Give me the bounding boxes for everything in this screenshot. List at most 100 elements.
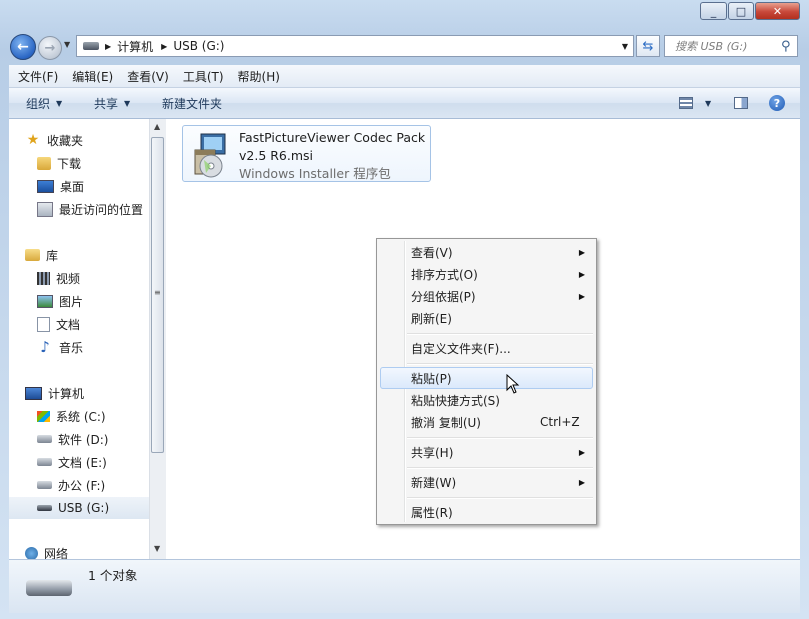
search-input[interactable] [673, 38, 781, 54]
chevron-down-icon: ▼ [124, 98, 131, 108]
hard-drive-icon [37, 481, 52, 489]
sidebar-item-documents[interactable]: 文档 [37, 313, 149, 335]
menu-item-customize[interactable]: 自定义文件夹(F)... [380, 337, 593, 359]
menu-item-label: 刷新(E) [411, 311, 452, 326]
menu-edit[interactable]: 编辑(E) [63, 68, 118, 85]
menu-file[interactable]: 文件(F) [9, 68, 63, 85]
usb-drive-icon [26, 580, 72, 596]
organize-label: 组织 [26, 96, 51, 111]
sidebar-favorites[interactable]: ★ 收藏夹 [25, 129, 149, 151]
menu-item-paste-shortcut[interactable]: 粘贴快捷方式(S) [380, 389, 593, 411]
scroll-down-icon[interactable]: ▼ [154, 544, 160, 553]
sidebar-item-drive-e[interactable]: 文档 (E:) [37, 451, 149, 473]
address-bar[interactable]: ▶ 计算机 ▶ USB (G:) ▼ [76, 35, 634, 57]
sidebar-item-label: 文档 (E:) [58, 455, 107, 470]
sidebar-item-label: 网络 [44, 546, 69, 560]
sidebar-item-recent-places[interactable]: 最近访问的位置 [37, 198, 149, 220]
menu-item-label: 共享(H) [411, 445, 454, 460]
library-icon [25, 249, 40, 261]
menu-item-sort[interactable]: 排序方式(O) ▶ [380, 263, 593, 285]
scroll-up-icon[interactable]: ▲ [154, 122, 160, 131]
sidebar-libraries[interactable]: 库 [25, 244, 149, 266]
menu-item-label: 分组依据(P) [411, 289, 476, 304]
sidebar-item-label: 办公 (F:) [58, 478, 106, 493]
menu-item-refresh[interactable]: 刷新(E) [380, 307, 593, 329]
menu-item-undo-copy[interactable]: 撤消 复制(U) Ctrl+Z [380, 411, 593, 433]
file-name-line2: v2.5 R6.msi [239, 148, 314, 163]
chevron-down-icon[interactable]: ▼ [705, 99, 711, 108]
system-drive-icon [37, 410, 50, 422]
address-dropdown-icon[interactable]: ▼ [622, 42, 628, 51]
share-button[interactable]: 共享 ▼ [94, 88, 130, 118]
menu-view[interactable]: 查看(V) [118, 68, 174, 85]
menu-item-label: 排序方式(O) [411, 267, 478, 282]
sidebar-item-drive-g[interactable]: USB (G:) [9, 497, 149, 519]
submenu-arrow-icon: ▶ [578, 269, 585, 279]
context-menu: 查看(V) ▶ 排序方式(O) ▶ 分组依据(P) ▶ 刷新(E) 自定义文件夹… [376, 238, 597, 525]
forward-button[interactable]: → [38, 36, 62, 60]
menu-separator [407, 467, 593, 469]
computer-icon [25, 386, 42, 400]
sidebar-network[interactable]: 网络 [25, 542, 149, 559]
breadcrumb-separator-icon[interactable]: ▶ [161, 42, 167, 51]
sidebar-item-pictures[interactable]: 图片 [37, 290, 149, 312]
menu-item-paste[interactable]: 粘贴(P) [380, 367, 593, 389]
breadcrumb-separator-icon[interactable]: ▶ [105, 42, 111, 51]
menu-item-new[interactable]: 新建(W) ▶ [380, 471, 593, 493]
navigation-bar: ← → ▼ ▶ 计算机 ▶ USB (G:) ▼ ⇆ ⚲ [0, 30, 809, 62]
sidebar-item-drive-c[interactable]: 系统 (C:) [37, 405, 149, 427]
sidebar-item-drive-f[interactable]: 办公 (F:) [37, 474, 149, 496]
menu-item-view[interactable]: 查看(V) ▶ [380, 241, 593, 263]
help-icon: ? [769, 95, 785, 111]
menu-item-properties[interactable]: 属性(R) [380, 501, 593, 523]
menu-help[interactable]: 帮助(H) [229, 68, 285, 85]
sidebar-item-desktop[interactable]: 桌面 [37, 175, 149, 197]
close-button[interactable]: ✕ [755, 2, 800, 20]
refresh-icon: ⇆ [642, 38, 654, 54]
usb-drive-icon [37, 505, 52, 511]
windows-installer-icon [194, 133, 226, 178]
network-icon [25, 546, 38, 559]
maximize-button[interactable]: □ [728, 2, 754, 20]
change-view-button[interactable]: ▼ [679, 88, 711, 118]
music-library-icon: ♪ [40, 338, 50, 356]
star-icon: ★ [26, 132, 40, 148]
menu-separator [407, 363, 593, 365]
menu-item-label: 自定义文件夹(F)... [411, 341, 511, 356]
menu-item-label: 属性(R) [411, 505, 453, 520]
back-button[interactable]: ← [10, 34, 36, 60]
menu-item-group[interactable]: 分组依据(P) ▶ [380, 285, 593, 307]
sidebar-item-label: 音乐 [59, 340, 84, 355]
preview-pane-icon [734, 97, 748, 109]
navigation-scrollbar[interactable]: ▲ ≡ ▼ [149, 119, 166, 559]
search-box[interactable]: ⚲ [664, 35, 798, 57]
scrollbar-thumb[interactable]: ≡ [151, 137, 164, 453]
preview-pane-button[interactable] [734, 88, 748, 118]
file-details: FastPictureViewer Codec Pack v2.5 R6.msi… [239, 129, 425, 183]
search-icon[interactable]: ⚲ [781, 39, 791, 54]
organize-button[interactable]: 组织 ▼ [26, 88, 62, 118]
breadcrumb-usb-drive[interactable]: USB (G:) [173, 39, 224, 53]
sidebar-item-label: 最近访问的位置 [59, 202, 144, 217]
menu-item-label: 粘贴(P) [411, 371, 452, 386]
sidebar-item-label: USB (G:) [58, 501, 110, 515]
refresh-button[interactable]: ⇆ [636, 35, 660, 57]
sidebar-item-drive-d[interactable]: 软件 (D:) [37, 428, 149, 450]
recent-pages-dropdown[interactable]: ▼ [64, 40, 70, 49]
new-folder-button[interactable]: 新建文件夹 [162, 88, 222, 118]
breadcrumb-computer[interactable]: 计算机 [117, 38, 153, 55]
menu-separator [407, 437, 593, 439]
file-item[interactable]: FastPictureViewer Codec Pack v2.5 R6.msi… [182, 125, 431, 182]
help-button[interactable]: ? [769, 88, 785, 118]
chevron-down-icon: ▼ [56, 98, 63, 108]
minimize-button[interactable]: _ [700, 2, 727, 20]
hard-drive-icon [37, 458, 52, 466]
sidebar-item-downloads[interactable]: 下载 [37, 152, 149, 174]
view-options-icon [679, 97, 693, 109]
menu-tools[interactable]: 工具(T) [174, 68, 229, 85]
sidebar-item-videos[interactable]: 视频 [37, 267, 149, 289]
menu-item-share[interactable]: 共享(H) ▶ [380, 441, 593, 463]
downloads-folder-icon [37, 156, 51, 170]
sidebar-computer[interactable]: 计算机 [25, 382, 149, 404]
sidebar-item-music[interactable]: ♪ 音乐 [37, 336, 149, 358]
